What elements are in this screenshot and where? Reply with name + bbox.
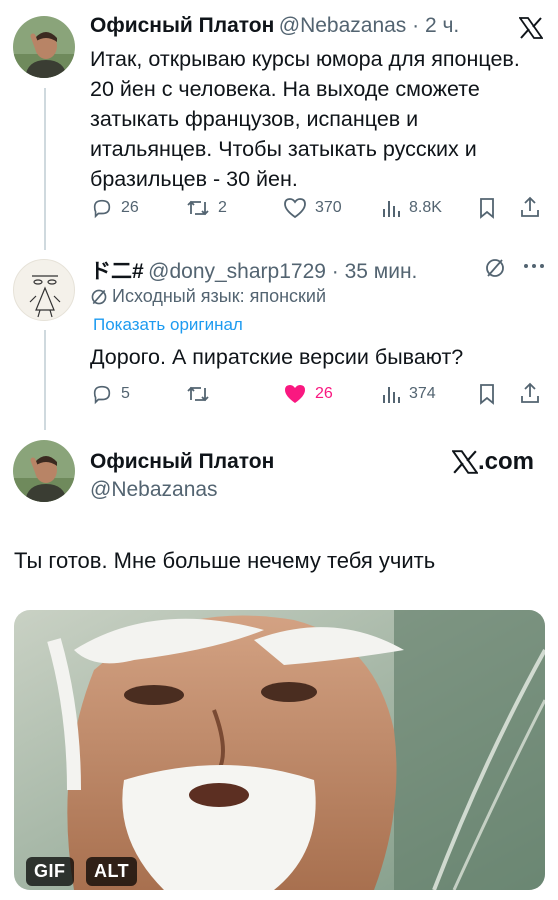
gif-badge: GIF bbox=[26, 857, 74, 886]
retweet-icon bbox=[187, 386, 209, 402]
thread-connector bbox=[44, 88, 46, 250]
share-button[interactable] bbox=[519, 381, 541, 405]
handle-time[interactable]: @dony_sharp1729 · 35 мин. bbox=[148, 260, 417, 283]
reply-icon bbox=[93, 199, 111, 219]
alt-badge[interactable]: ALT bbox=[86, 857, 138, 886]
reply-count: 5 bbox=[121, 385, 130, 402]
reply-count: 26 bbox=[121, 199, 139, 216]
like-count: 370 bbox=[315, 199, 342, 216]
tweet-text-line: 20 йен с человека. На выходе сможете bbox=[90, 77, 480, 101]
tweet-text-line: Итак, открываю курсы юмора для японцев. bbox=[90, 47, 520, 71]
reply-button[interactable]: 26 bbox=[91, 197, 139, 219]
reply-icon bbox=[93, 385, 111, 405]
views-count: 8.8K bbox=[409, 199, 442, 216]
source-language: Исходный язык: японский bbox=[112, 286, 327, 306]
display-name[interactable]: ド二# bbox=[90, 260, 144, 283]
display-name[interactable]: Офисный Платон bbox=[90, 14, 274, 37]
reply-button[interactable]: 5 bbox=[91, 383, 130, 405]
bookmark-icon bbox=[480, 384, 494, 405]
avatar[interactable] bbox=[13, 16, 75, 78]
views-icon bbox=[383, 201, 400, 217]
retweet-count: 2 bbox=[218, 199, 227, 216]
more-options-icon[interactable] bbox=[523, 262, 545, 270]
like-button[interactable]: 26 bbox=[283, 383, 333, 405]
avatar[interactable] bbox=[13, 259, 75, 321]
x-logo-icon bbox=[518, 17, 544, 44]
avatar[interactable] bbox=[13, 440, 75, 502]
bookmark-button[interactable] bbox=[477, 383, 497, 405]
x-com-text: .com bbox=[478, 448, 535, 475]
tweet-text-line: бразильцев - 30 йен. bbox=[90, 167, 298, 191]
tweet-text-line: итальянцев. Чтобы затыкать русских и bbox=[90, 137, 477, 161]
heart-icon bbox=[284, 198, 306, 219]
retweet-button[interactable]: 2 bbox=[186, 197, 227, 219]
translate-icon[interactable] bbox=[484, 257, 506, 279]
views-button[interactable]: 8.8K bbox=[381, 197, 442, 219]
retweet-button[interactable] bbox=[186, 383, 210, 405]
display-name[interactable]: Офисный Платон bbox=[90, 450, 274, 474]
tweet-text: Ты готов. Мне больше нечему тебя учить bbox=[14, 548, 436, 573]
x-logo-icon bbox=[452, 450, 478, 474]
show-original-link[interactable]: Показать оригинал bbox=[93, 315, 243, 335]
like-button[interactable]: 370 bbox=[283, 197, 342, 219]
views-icon bbox=[383, 387, 400, 403]
x-com-logo: .com bbox=[452, 448, 534, 476]
handle-time[interactable]: @Nebazanas · 2 ч. bbox=[279, 14, 460, 37]
views-count: 374 bbox=[409, 385, 436, 402]
share-icon bbox=[521, 196, 539, 217]
handle[interactable]: @Nebazanas bbox=[90, 478, 218, 502]
translate-small-icon bbox=[91, 289, 107, 304]
retweet-icon bbox=[187, 200, 209, 216]
share-button[interactable] bbox=[519, 195, 541, 219]
tweet-text-line: затыкать французов, испанцев и bbox=[90, 107, 419, 131]
heart-filled-icon bbox=[285, 385, 305, 403]
like-count: 26 bbox=[315, 385, 333, 402]
tweet-text: Дорого. А пиратские версии бывают? bbox=[90, 345, 464, 369]
bookmark-button[interactable] bbox=[477, 197, 497, 219]
gif-media[interactable] bbox=[14, 610, 545, 890]
bookmark-icon bbox=[480, 198, 494, 219]
views-button[interactable]: 374 bbox=[381, 383, 436, 405]
thread-connector bbox=[44, 330, 46, 430]
share-icon bbox=[521, 382, 539, 403]
